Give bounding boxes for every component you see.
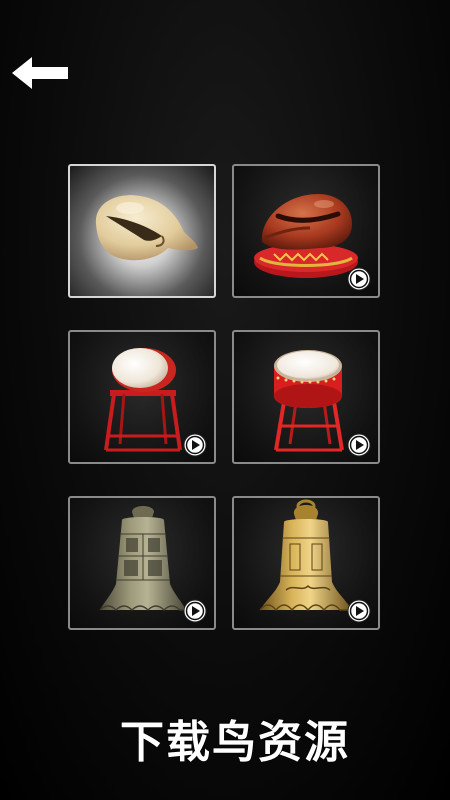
play-circle-icon[interactable] <box>346 598 372 624</box>
instrument-tile-bell-gold[interactable] <box>232 496 380 630</box>
instrument-tile-bell-bronze[interactable] <box>68 496 216 630</box>
left-arrow-icon <box>12 57 68 89</box>
play-circle-icon[interactable] <box>346 432 372 458</box>
watermark: 下载鸟资源 <box>119 716 350 769</box>
play-circle-icon[interactable] <box>182 598 208 624</box>
instrument-tile-drum-red[interactable] <box>232 330 380 464</box>
wooden-fish-icon <box>95 195 198 261</box>
instrument-tile-muyu-red[interactable] <box>232 164 380 298</box>
watermark-text: 下载鸟资源 <box>120 717 350 768</box>
instrument-tile-muyu-plain[interactable] <box>68 164 216 298</box>
back-button[interactable] <box>10 55 70 91</box>
instrument-tile-drum-white[interactable] <box>68 330 216 464</box>
instrument-picker-screen: 下载鸟资源 <box>0 0 450 800</box>
play-circle-icon[interactable] <box>182 432 208 458</box>
instrument-grid <box>68 164 382 632</box>
play-circle-icon[interactable] <box>346 266 372 292</box>
